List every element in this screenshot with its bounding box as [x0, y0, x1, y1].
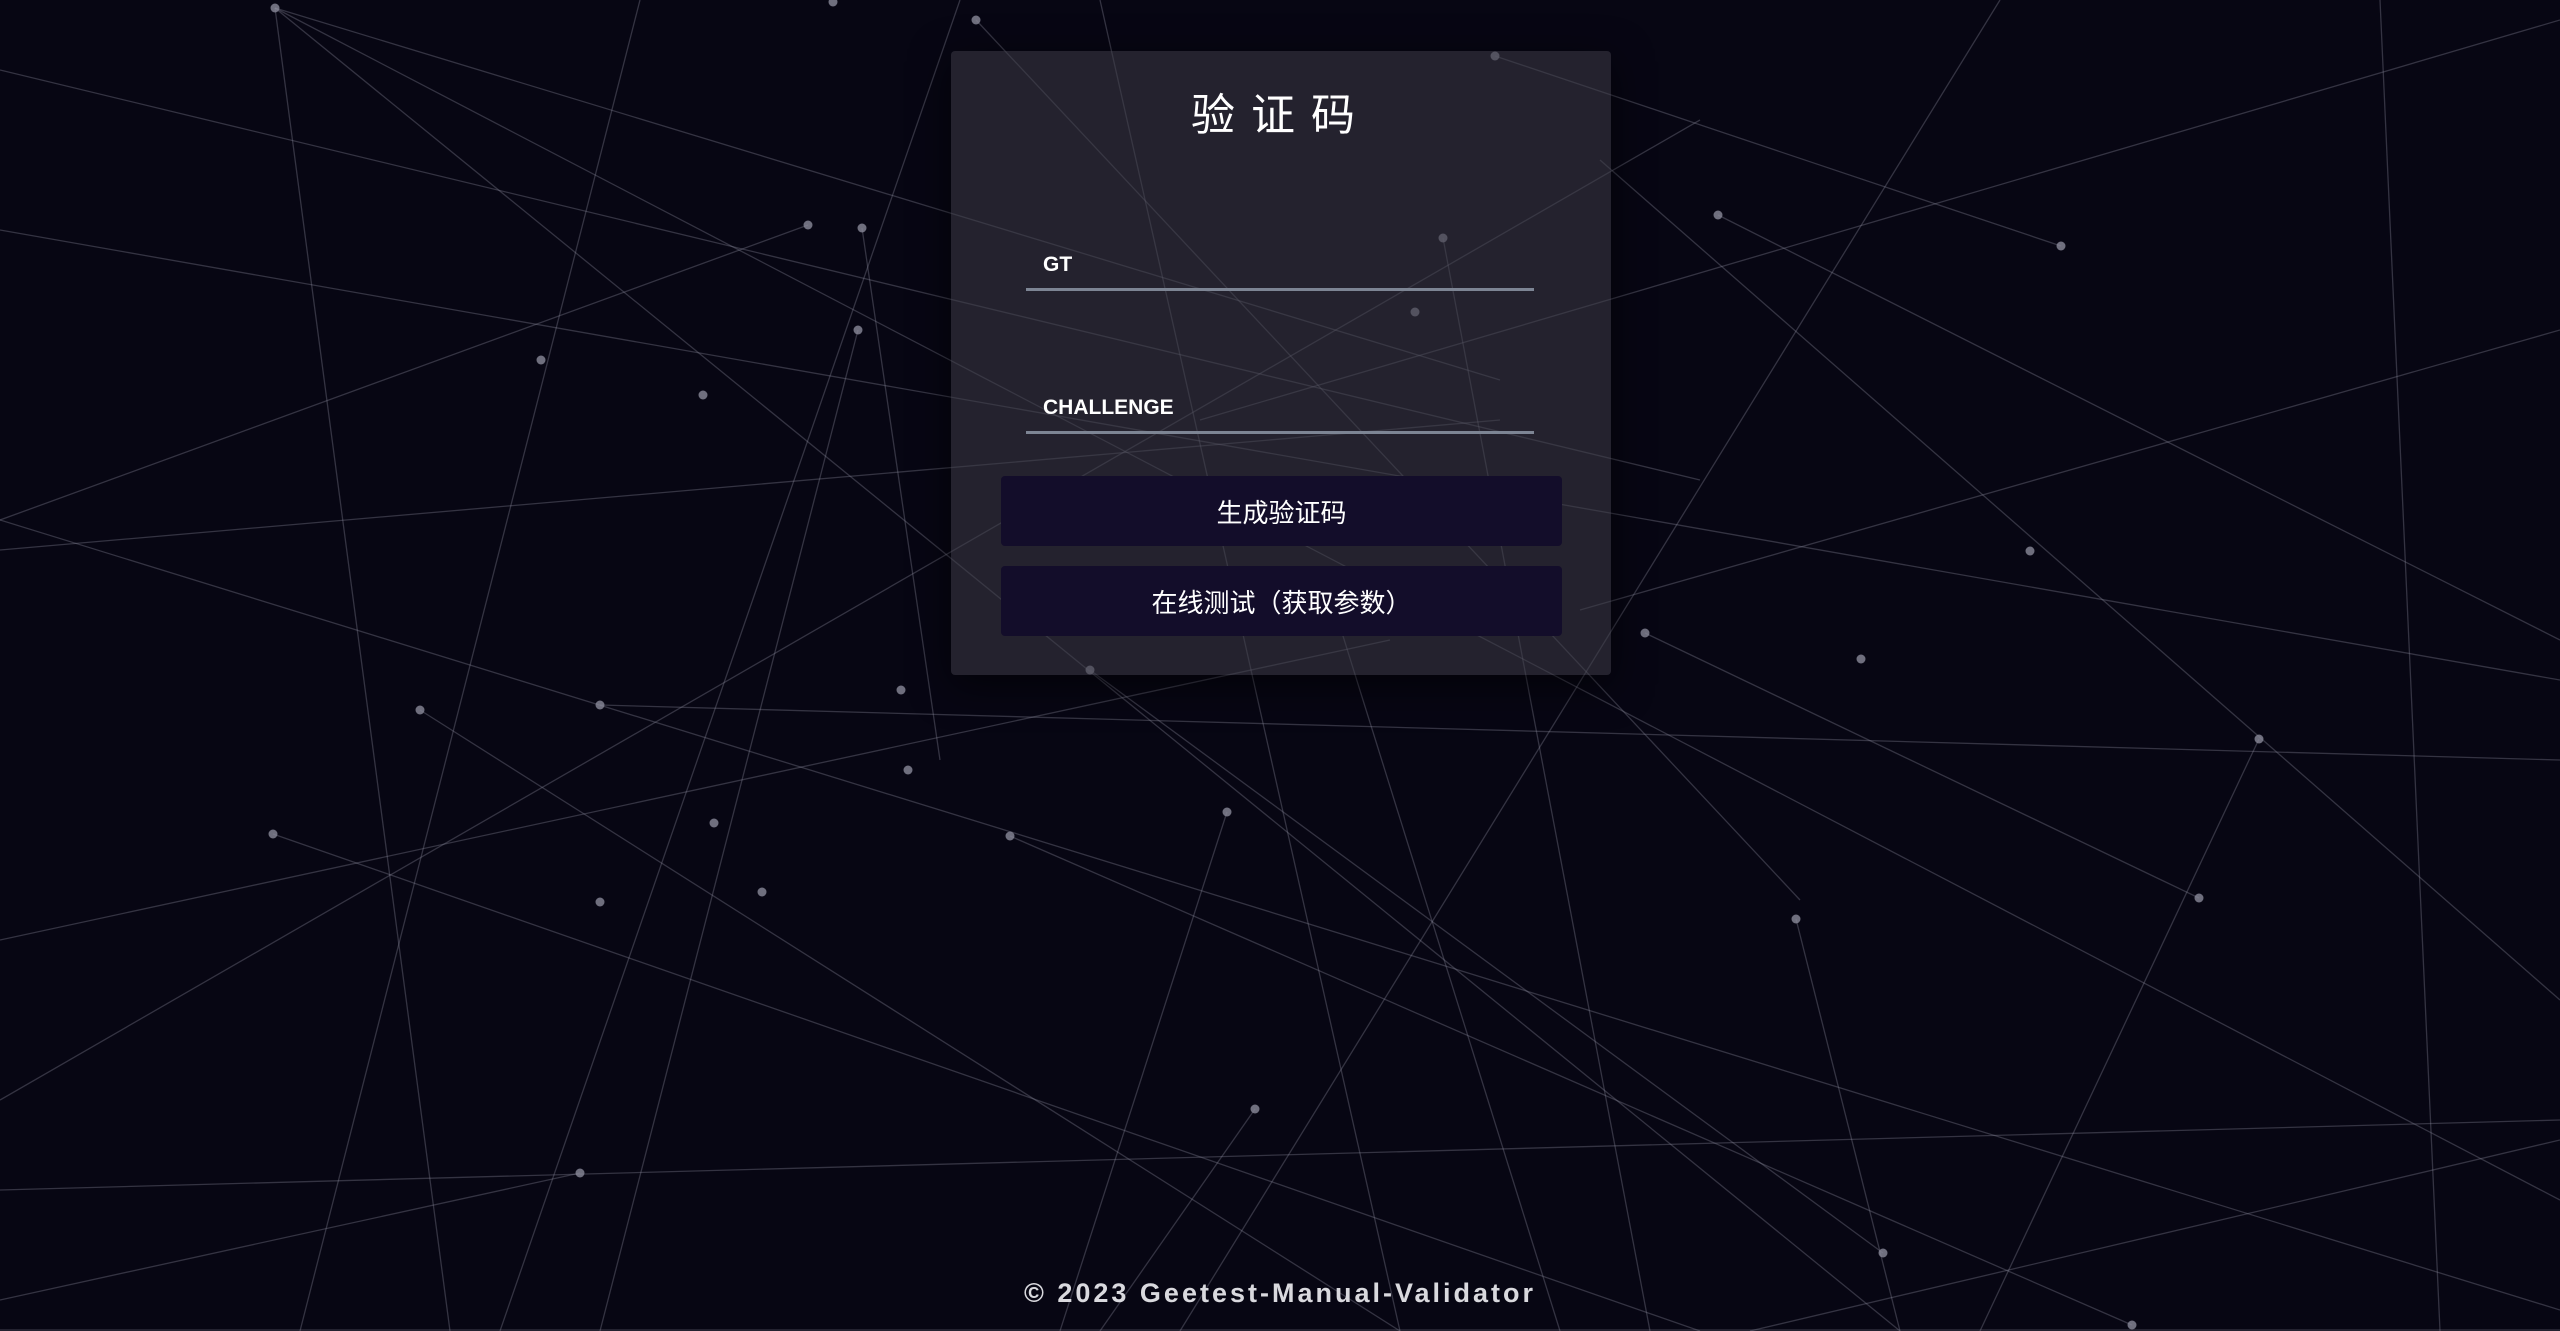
network-line: [1337, 619, 1561, 1331]
captcha-panel: 验证码 GT CHALLENGE 生成验证码 在线测试（获取参数）: [951, 51, 1611, 675]
network-line: [1059, 811, 1228, 1331]
network-node: [1222, 807, 1232, 817]
challenge-field: CHALLENGE: [1026, 374, 1534, 444]
network-node: [853, 325, 863, 335]
network-node: [1005, 831, 1015, 841]
network-line: [272, 833, 1701, 1331]
network-node: [698, 390, 708, 400]
network-node: [757, 887, 767, 897]
network-line: [861, 227, 941, 761]
network-line: [1979, 738, 2260, 1331]
network-node: [415, 705, 425, 715]
network-line: [599, 704, 2560, 761]
network-node: [1878, 1248, 1888, 1258]
network-line: [0, 1119, 2560, 1191]
gt-input[interactable]: [1026, 231, 1534, 291]
network-line: [1089, 669, 1884, 1254]
page-background: 验证码 GT CHALLENGE 生成验证码 在线测试（获取参数） © 2023…: [0, 0, 2560, 1331]
network-node: [709, 818, 719, 828]
network-line: [499, 0, 961, 1331]
network-node: [2025, 546, 2035, 556]
network-line: [1009, 835, 2133, 1326]
network-line: [274, 7, 451, 1331]
copyright-footer: © 2023 Geetest-Manual-Validator: [1023, 1278, 1537, 1308]
network-node: [595, 700, 605, 710]
online-test-button[interactable]: 在线测试（获取参数）: [1001, 566, 1562, 636]
network-node: [971, 15, 981, 25]
challenge-input[interactable]: [1026, 374, 1534, 434]
panel-title: 验证码: [1191, 90, 1371, 141]
network-node: [1791, 914, 1801, 924]
network-node: [1713, 210, 1723, 220]
network-node: [2056, 241, 2066, 251]
network-node: [268, 829, 278, 839]
network-node: [2194, 893, 2204, 903]
network-node: [270, 3, 280, 13]
network-node: [903, 765, 913, 775]
network-line: [419, 709, 1401, 1331]
network-line: [0, 224, 809, 521]
network-node: [595, 897, 605, 907]
network-node: [828, 0, 838, 7]
network-node: [2254, 734, 2264, 744]
network-node: [536, 355, 546, 365]
network-node: [896, 685, 906, 695]
network-node: [575, 1168, 585, 1178]
network-line: [1579, 329, 2560, 611]
generate-captcha-button[interactable]: 生成验证码: [1001, 476, 1562, 546]
network-node: [1250, 1104, 1260, 1114]
network-line: [1717, 214, 2560, 641]
network-node: [1856, 654, 1866, 664]
network-line: [1795, 918, 1901, 1331]
network-node: [2127, 1320, 2137, 1330]
network-node: [857, 223, 867, 233]
network-line: [2379, 0, 2441, 1331]
network-line: [1599, 159, 2560, 1001]
network-node: [803, 220, 813, 230]
gt-field: GT: [1026, 231, 1534, 301]
network-node: [1640, 628, 1650, 638]
network-line: [599, 329, 859, 1331]
network-line: [0, 639, 1391, 941]
